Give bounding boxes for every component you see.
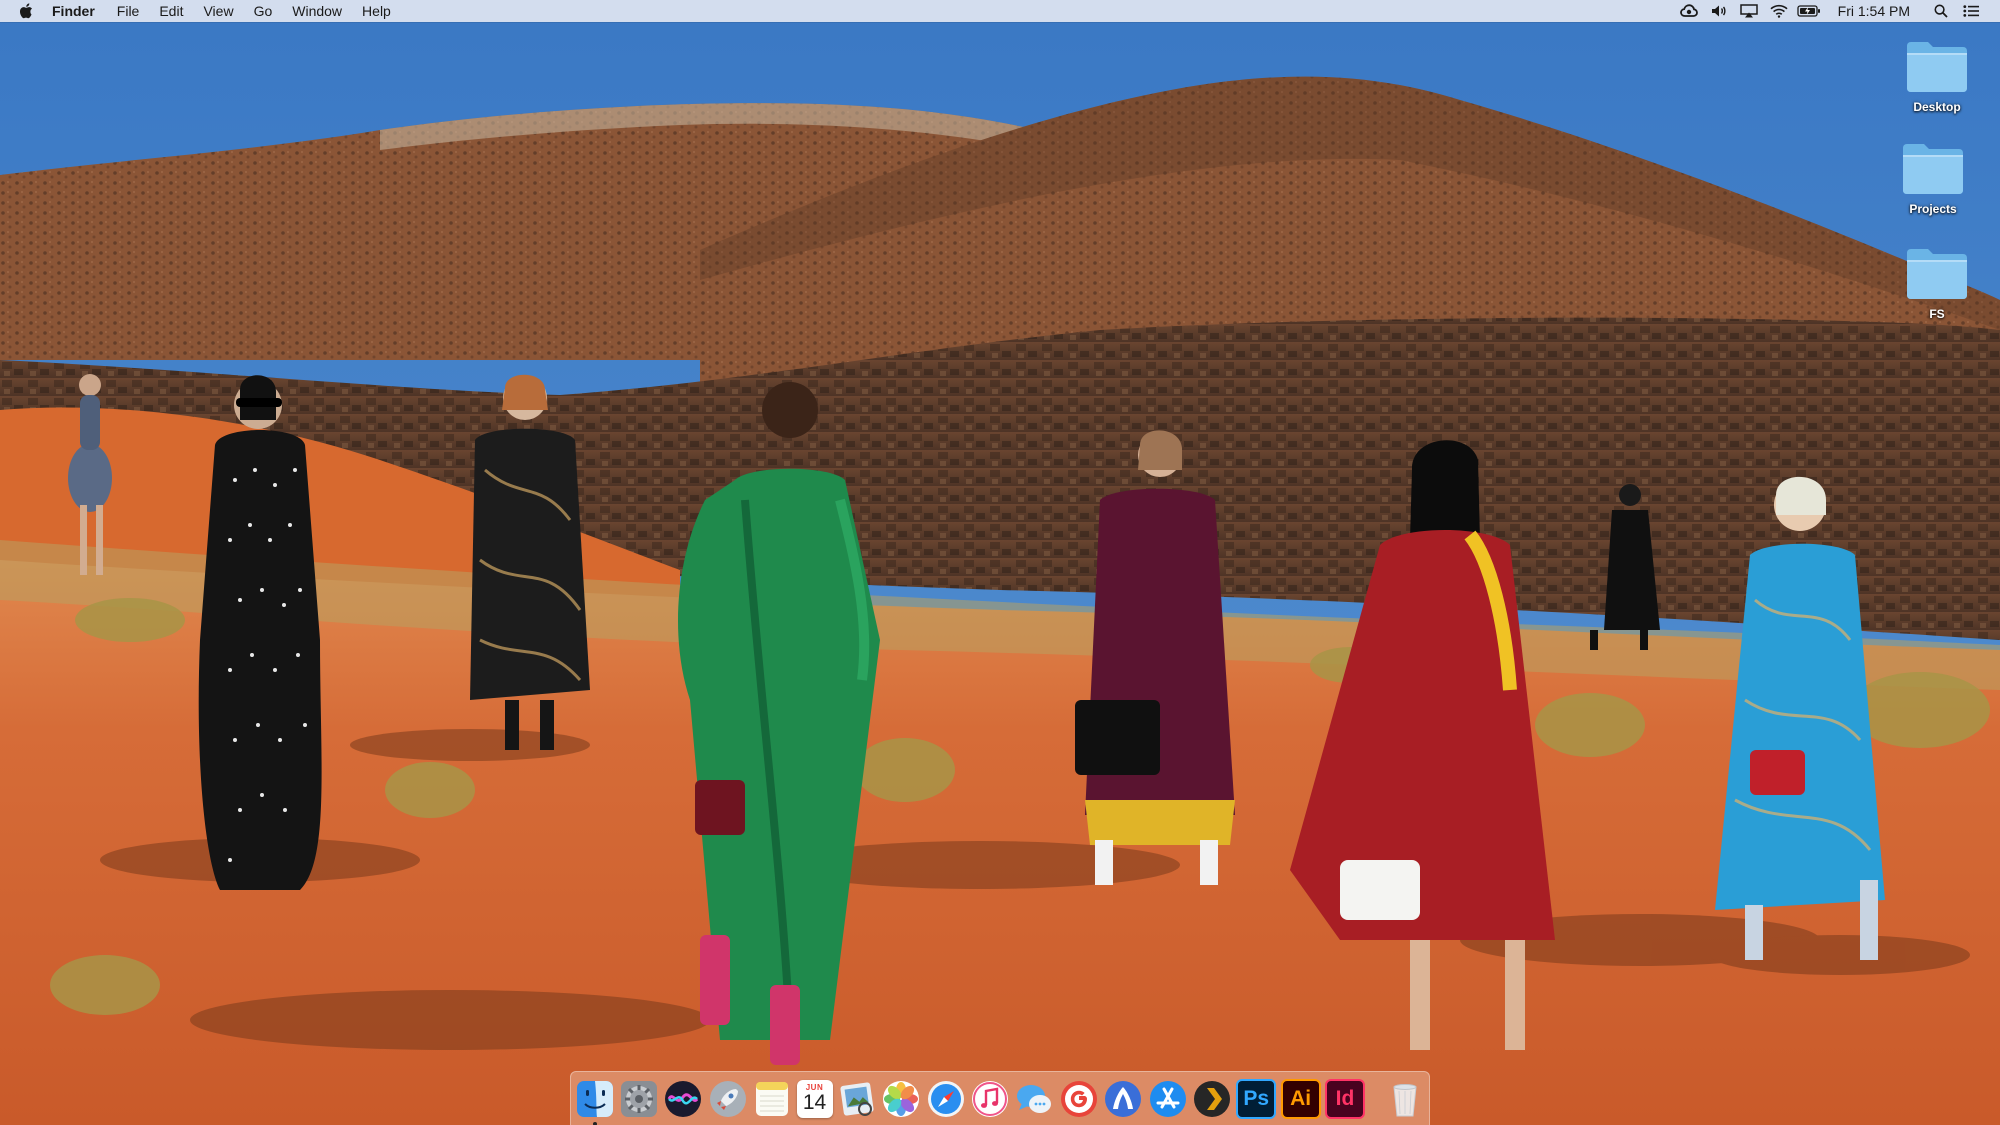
dock-app-store[interactable] bbox=[1148, 1079, 1188, 1119]
dock-browser[interactable] bbox=[1103, 1079, 1143, 1119]
dock-messages[interactable] bbox=[1014, 1079, 1054, 1119]
dock-calendar[interactable]: JUN 14 bbox=[796, 1079, 833, 1119]
menu-bar: Finder File Edit View Go Window Help Fri… bbox=[0, 0, 2000, 22]
finder-icon bbox=[576, 1080, 613, 1117]
menu-edit[interactable]: Edit bbox=[149, 0, 193, 22]
chevron-right-icon bbox=[1193, 1080, 1230, 1117]
calendar-icon: JUN 14 bbox=[796, 1079, 833, 1118]
desktop-wallpaper bbox=[0, 0, 2000, 1125]
photoshop-icon: Ps bbox=[1236, 1078, 1277, 1119]
siri-icon bbox=[665, 1080, 702, 1117]
folder-icon bbox=[1907, 42, 1967, 92]
compass-icon bbox=[927, 1080, 964, 1117]
dock-google[interactable] bbox=[1059, 1079, 1099, 1119]
menu-go[interactable]: Go bbox=[244, 0, 283, 22]
search-icon[interactable] bbox=[1928, 0, 1954, 22]
creative-cloud-icon[interactable] bbox=[1676, 0, 1702, 22]
indesign-icon: Id bbox=[1325, 1078, 1365, 1119]
rocket-icon bbox=[709, 1080, 746, 1117]
dock-trash[interactable] bbox=[1385, 1079, 1425, 1119]
volume-icon[interactable] bbox=[1706, 0, 1732, 22]
chat-bubble-icon bbox=[1017, 1084, 1052, 1113]
menu-clock[interactable]: Fri 1:54 PM bbox=[1824, 3, 1926, 19]
folder-label: FS bbox=[1929, 307, 1945, 321]
google-icon bbox=[1060, 1080, 1097, 1117]
dock-siri[interactable] bbox=[663, 1079, 703, 1119]
desktop-folder-desktop[interactable]: Desktop bbox=[1882, 38, 1992, 114]
folder-icon bbox=[1903, 144, 1963, 194]
menu-file[interactable]: File bbox=[107, 0, 150, 22]
desktop-folder-fs[interactable]: FS bbox=[1882, 245, 1992, 321]
app-store-icon bbox=[1149, 1080, 1186, 1117]
notes-icon bbox=[756, 1081, 789, 1116]
menu-help[interactable]: Help bbox=[352, 0, 401, 22]
apple-logo[interactable] bbox=[0, 0, 52, 22]
folder-label: Projects bbox=[1909, 202, 1957, 216]
dock-photos[interactable] bbox=[881, 1079, 921, 1119]
dock-itunes[interactable] bbox=[970, 1079, 1010, 1119]
desktop-folder-projects[interactable]: Projects bbox=[1878, 140, 1988, 216]
dock-plex[interactable] bbox=[1192, 1079, 1232, 1119]
dock-illustrator[interactable]: Ai bbox=[1280, 1078, 1321, 1119]
dock-safari[interactable] bbox=[926, 1079, 966, 1119]
menu-app-name[interactable]: Finder bbox=[52, 0, 107, 22]
trash-icon bbox=[1393, 1083, 1417, 1116]
dock-launchpad[interactable] bbox=[708, 1079, 748, 1119]
menu-view[interactable]: View bbox=[193, 0, 243, 22]
dock-preview[interactable] bbox=[837, 1079, 877, 1119]
calendar-day: 14 bbox=[802, 1090, 827, 1114]
notification-center-icon[interactable] bbox=[1958, 0, 1984, 22]
folder-label: Desktop bbox=[1913, 100, 1961, 114]
folder-icon bbox=[1907, 249, 1967, 299]
running-indicator bbox=[592, 1121, 597, 1125]
wifi-icon[interactable] bbox=[1766, 0, 1792, 22]
dock: JUN 14 Ps Ai Id bbox=[570, 1071, 1430, 1125]
photos-icon bbox=[883, 1080, 920, 1117]
music-note-icon bbox=[972, 1080, 1008, 1117]
globe-icon bbox=[1105, 1080, 1142, 1117]
dock-photoshop[interactable]: Ps bbox=[1236, 1078, 1277, 1119]
menu-window[interactable]: Window bbox=[282, 0, 352, 22]
illustrator-icon: Ai bbox=[1280, 1078, 1321, 1119]
dock-notes[interactable] bbox=[752, 1079, 792, 1119]
battery-icon[interactable] bbox=[1796, 0, 1822, 22]
gear-icon bbox=[621, 1080, 657, 1117]
preview-icon bbox=[840, 1081, 874, 1116]
dock-finder[interactable] bbox=[575, 1079, 615, 1125]
airplay-icon[interactable] bbox=[1736, 0, 1762, 22]
dock-system-preferences[interactable] bbox=[619, 1079, 659, 1119]
dock-indesign[interactable]: Id bbox=[1325, 1078, 1365, 1119]
